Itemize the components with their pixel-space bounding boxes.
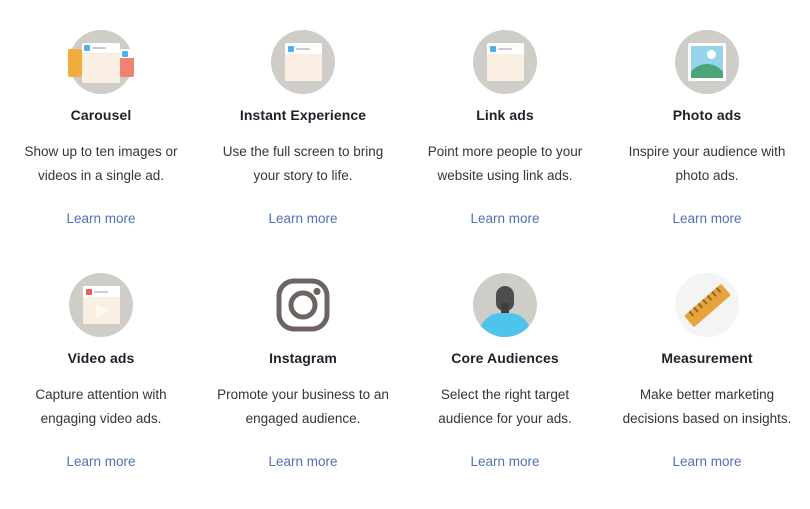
feature-description: Promote your business to an engaged audi… (217, 387, 389, 426)
feature-title: Measurement (661, 350, 753, 366)
carousel-right-card (120, 49, 134, 77)
browser-card (487, 43, 524, 81)
feature-row-2: Video ads Capture attention with engagin… (0, 243, 810, 471)
link-ads-icon (473, 30, 537, 94)
feature-card-core-audiences: Core Audiences Select the right target a… (404, 243, 606, 471)
text-line (94, 290, 108, 293)
feature-description: Show up to ten images or videos in a sin… (24, 144, 178, 183)
feature-title: Instant Experience (239, 107, 367, 123)
instant-experience-icon (271, 30, 335, 94)
feature-description: Inspire your audience with photo ads. (628, 144, 786, 183)
core-audiences-icon-wrap (418, 267, 592, 343)
hill-shape (691, 64, 723, 78)
photo-ads-icon (675, 30, 739, 94)
feature-description: Use the full screen to bring your story … (222, 144, 384, 183)
browser-card (285, 43, 322, 81)
carousel-left-card (68, 49, 82, 77)
instagram-icon (276, 278, 330, 332)
feature-card-instagram: Instagram Promote your business to an en… (202, 243, 404, 471)
feature-title: Instagram (269, 350, 337, 366)
video-ads-icon-wrap (14, 267, 188, 343)
learn-more-link[interactable]: Learn more (268, 454, 337, 469)
video-ads-icon (69, 273, 133, 337)
link-ads-icon-wrap (418, 24, 592, 100)
blue-square-icon (288, 45, 294, 52)
photo-frame (688, 43, 726, 81)
instant-experience-icon-wrap (216, 24, 390, 100)
photo-ads-icon-wrap (620, 24, 794, 100)
learn-more-link[interactable]: Learn more (672, 454, 741, 469)
product-feature-grid: Carousel Show up to ten images or videos… (0, 0, 810, 471)
feature-title: Core Audiences (451, 350, 559, 366)
feature-card-link-ads: Link ads Point more people to your websi… (404, 0, 606, 228)
ruler-icon (683, 283, 731, 327)
core-audiences-icon (473, 273, 537, 337)
learn-more-link[interactable]: Learn more (268, 211, 337, 226)
feature-title: Photo ads (672, 107, 742, 123)
feature-row-1: Carousel Show up to ten images or videos… (0, 0, 810, 228)
feature-description: Select the right target audience for you… (438, 387, 572, 426)
learn-more-link[interactable]: Learn more (66, 211, 135, 226)
blue-square-icon (84, 45, 90, 51)
text-line (296, 47, 310, 50)
text-line (92, 47, 106, 49)
measurement-icon-wrap (620, 267, 794, 343)
carousel-icon (68, 30, 134, 94)
feature-card-carousel: Carousel Show up to ten images or videos… (0, 0, 202, 228)
instagram-icon-wrap (216, 267, 390, 343)
feature-description: Point more people to your website using … (427, 144, 583, 183)
feature-description: Capture attention with engaging video ad… (35, 387, 167, 426)
measurement-icon (675, 273, 739, 337)
feature-card-measurement: Measurement Make better marketing decisi… (606, 243, 808, 471)
play-icon (96, 304, 108, 318)
feature-card-video-ads: Video ads Capture attention with engagin… (0, 243, 202, 471)
blue-square-icon (490, 45, 496, 52)
sun-icon (707, 50, 716, 59)
learn-more-link[interactable]: Learn more (66, 454, 135, 469)
feature-description: Make better marketing decisions based on… (622, 387, 792, 426)
carousel-icon-wrap (14, 24, 188, 100)
person-silhouette (473, 273, 537, 337)
feature-card-photo-ads: Photo ads Inspire your audience with pho… (606, 0, 808, 228)
feature-title: Link ads (476, 107, 534, 123)
feature-card-instant-experience: Instant Experience Use the full screen t… (202, 0, 404, 228)
text-line (498, 47, 512, 50)
red-square-icon (86, 288, 92, 295)
learn-more-link[interactable]: Learn more (470, 454, 539, 469)
carousel-main-card (82, 43, 120, 83)
learn-more-link[interactable]: Learn more (470, 211, 539, 226)
learn-more-link[interactable]: Learn more (672, 211, 741, 226)
feature-title: Video ads (67, 350, 135, 366)
browser-card (83, 286, 120, 324)
feature-title: Carousel (70, 107, 132, 123)
blue-square-icon (122, 50, 128, 57)
shirt-shape (479, 313, 531, 337)
